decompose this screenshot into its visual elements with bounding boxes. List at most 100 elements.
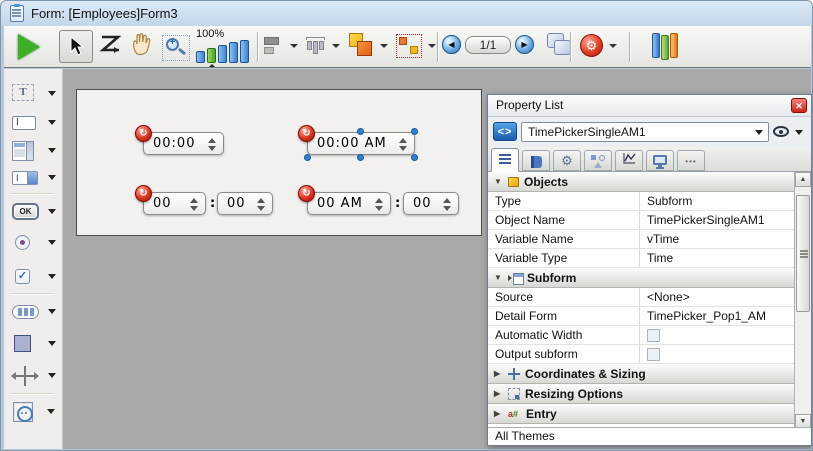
text-tool-caret[interactable]	[48, 91, 56, 96]
library-button[interactable]	[652, 32, 682, 60]
button-grid-tool[interactable]	[12, 305, 39, 319]
selection-handle[interactable]	[304, 154, 311, 161]
subform-anchor-icon[interactable]: ↻	[135, 185, 152, 202]
selection-handle[interactable]	[411, 128, 418, 135]
subform-anchor-icon[interactable]: ↻	[135, 125, 152, 142]
property-row[interactable]: Automatic Width	[488, 326, 796, 345]
property-row[interactable]: Source <None>	[488, 288, 796, 307]
property-value[interactable]: TimePicker_Pop1_AM	[640, 307, 796, 325]
zoom-bar-4[interactable]	[229, 42, 238, 63]
splitter-tool-caret[interactable]	[48, 373, 56, 378]
stepper-icon[interactable]	[398, 137, 407, 152]
combo-box-tool-caret[interactable]	[48, 175, 56, 180]
next-page-button[interactable]: ▶	[515, 35, 534, 54]
property-value[interactable]: Time	[640, 249, 796, 267]
tab-settings[interactable]: ⚙	[553, 150, 581, 171]
tab-book[interactable]	[522, 150, 550, 171]
distribute-dropdown-caret[interactable]	[332, 44, 340, 48]
text-tool[interactable]: T	[12, 84, 34, 101]
rectangle-tool[interactable]	[14, 335, 31, 352]
selection-handle[interactable]	[357, 128, 364, 135]
themes-status-bar[interactable]: All Themes	[488, 427, 811, 445]
minute-picker-widget[interactable]: 00	[403, 192, 459, 215]
eye-dropdown-caret[interactable]	[795, 130, 803, 135]
tab-display[interactable]	[646, 150, 674, 171]
scroll-up-button[interactable]: ▲	[795, 172, 811, 187]
close-button[interactable]: ✕	[791, 98, 807, 113]
form-canvas[interactable]: ↻ 00:00 ↻ 00:00 AM ↻ 00 :	[76, 89, 482, 236]
entry-order-tool-button[interactable]	[98, 30, 124, 64]
expander-icon[interactable]: ▶	[494, 409, 504, 418]
zoom-level-control[interactable]: 100%	[194, 28, 256, 66]
stepper-icon[interactable]	[207, 137, 216, 152]
rectangle-tool-caret[interactable]	[48, 341, 56, 346]
button-tool[interactable]: OK	[12, 203, 39, 220]
property-value[interactable]: TimePickerSingleAM1	[640, 211, 796, 229]
selection-handle[interactable]	[411, 154, 418, 161]
layer-dropdown-caret[interactable]	[380, 44, 388, 48]
page-indicator[interactable]: 1/1	[465, 36, 511, 54]
zoom-bar-current[interactable]	[207, 48, 216, 63]
select-tool-button[interactable]	[59, 30, 93, 63]
time-picker-widget[interactable]: 00:00	[143, 132, 224, 155]
hour-am-picker-widget[interactable]: 00 AM	[307, 192, 391, 215]
move-tool-button[interactable]	[130, 30, 154, 64]
splitter-tool[interactable]	[12, 366, 38, 386]
section-header-entry[interactable]: ▶ a# Entry	[488, 404, 796, 424]
subform-anchor-icon[interactable]: ↻	[298, 185, 315, 202]
property-row[interactable]: Type Subform	[488, 192, 796, 211]
button-grid-tool-caret[interactable]	[48, 309, 56, 314]
expander-icon[interactable]: ▶	[494, 369, 504, 378]
eye-icon[interactable]	[773, 126, 789, 137]
property-row[interactable]: Output subform	[488, 345, 796, 364]
plugin-area-tool[interactable]	[13, 402, 33, 422]
section-header-objects[interactable]: ▼ Objects	[488, 172, 796, 192]
align-dropdown-caret[interactable]	[290, 44, 298, 48]
stepper-icon[interactable]	[442, 197, 451, 212]
title-bar[interactable]: Form: [Employees]Form3	[1, 1, 812, 26]
tab-more[interactable]: •••	[677, 150, 705, 171]
stepper-icon[interactable]	[256, 197, 265, 212]
zoom-bar-5[interactable]	[240, 40, 249, 63]
move-to-front-button[interactable]	[348, 33, 374, 59]
plugin-area-tool-caret[interactable]	[47, 409, 55, 414]
automatic-width-checkbox[interactable]	[647, 329, 660, 342]
hour-picker-widget[interactable]: 00	[143, 192, 206, 215]
expander-icon[interactable]: ▼	[494, 177, 504, 186]
tab-properties[interactable]	[491, 148, 519, 172]
property-value[interactable]: <None>	[640, 288, 796, 306]
property-row[interactable]: Object Name TimePickerSingleAM1	[488, 211, 796, 230]
expander-icon[interactable]: ▶	[494, 389, 504, 398]
property-value[interactable]: Subform	[640, 192, 796, 210]
section-header-resizing[interactable]: ▶ Resizing Options	[488, 384, 796, 404]
code-icon[interactable]: <>	[493, 122, 517, 141]
radio-button-tool-caret[interactable]	[48, 240, 56, 245]
radio-button-tool[interactable]	[15, 235, 30, 250]
property-scrollbar[interactable]: ▲ ▼	[794, 172, 811, 429]
property-list-title-bar[interactable]: Property List ✕	[488, 95, 811, 117]
minute-picker-widget[interactable]: 00	[217, 192, 273, 215]
previous-page-button[interactable]: ◀	[442, 35, 461, 54]
button-tool-caret[interactable]	[48, 209, 56, 214]
subform-anchor-icon[interactable]: ↻	[298, 125, 315, 142]
gear-dropdown-caret[interactable]	[609, 44, 617, 48]
stepper-icon[interactable]	[374, 197, 383, 212]
checkbox-tool-caret[interactable]	[48, 274, 56, 279]
zoom-tool-button[interactable]	[162, 35, 190, 61]
group-tool-button[interactable]	[396, 34, 422, 58]
object-selector-dropdown[interactable]: TimePickerSingleAM1	[521, 122, 769, 142]
list-box-tool[interactable]	[12, 141, 34, 161]
property-row[interactable]: Variable Name vTime	[488, 230, 796, 249]
property-row[interactable]: Detail Form TimePicker_Pop1_AM	[488, 307, 796, 326]
tab-objects[interactable]	[584, 150, 612, 171]
scroll-thumb[interactable]	[796, 195, 810, 312]
form-properties-button[interactable]: ⚙	[580, 34, 603, 57]
output-subform-checkbox[interactable]	[647, 348, 660, 361]
combo-box-tool[interactable]: I	[12, 171, 38, 185]
zoom-bar-1[interactable]	[196, 51, 205, 63]
stepper-icon[interactable]	[189, 197, 198, 212]
list-box-tool-caret[interactable]	[48, 148, 56, 153]
selection-handle[interactable]	[357, 154, 364, 161]
group-dropdown-caret[interactable]	[428, 44, 436, 48]
input-tool[interactable]: I	[12, 116, 36, 130]
